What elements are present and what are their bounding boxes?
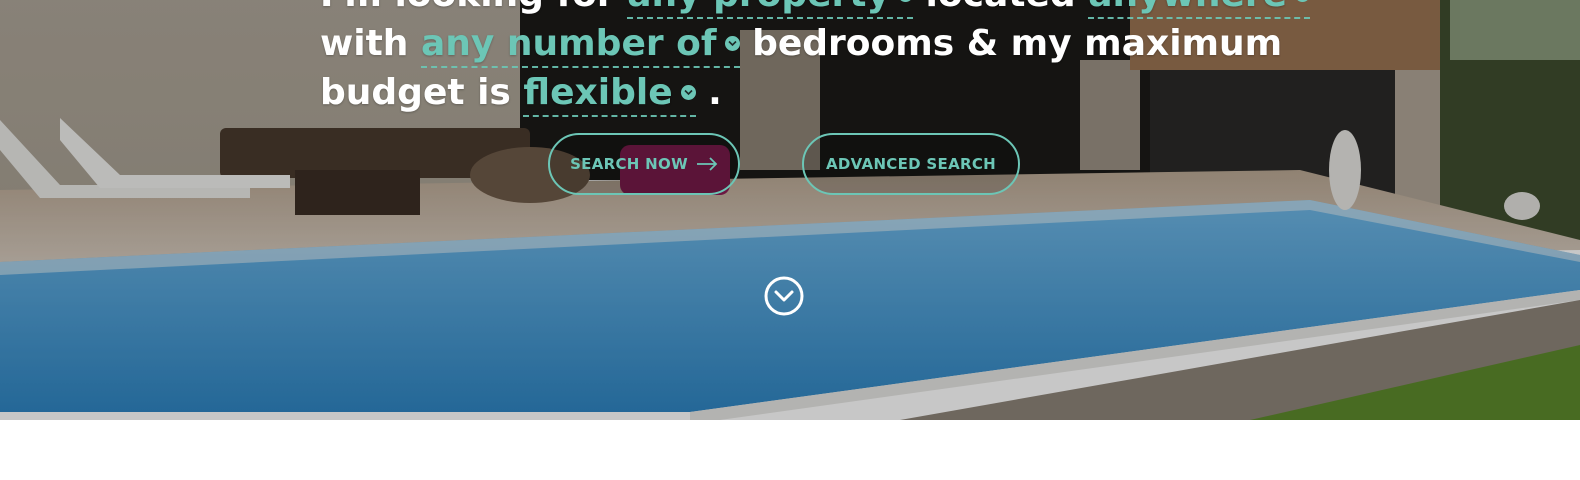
- budget-value: flexible: [523, 72, 673, 113]
- headline-text: with: [320, 23, 409, 64]
- advanced-search-button[interactable]: ADVANCED SEARCH: [802, 133, 1020, 195]
- headline-text: .: [708, 72, 722, 113]
- headline-text: budget is: [320, 72, 511, 113]
- advanced-search-label: ADVANCED SEARCH: [825, 155, 996, 173]
- location-value: anywhere: [1088, 0, 1287, 15]
- chevron-down-icon: [680, 84, 696, 100]
- bedrooms-select[interactable]: any number of: [420, 23, 740, 68]
- headline-line-3: budget is flexible .: [320, 68, 1320, 117]
- search-now-label: SEARCH NOW: [570, 155, 688, 173]
- chevron-down-icon: [897, 0, 913, 2]
- headline-text: I'm looking for: [320, 0, 615, 15]
- search-now-button[interactable]: SEARCH NOW: [548, 133, 740, 195]
- circle-chevron-down-icon[interactable]: [763, 275, 805, 317]
- property-type-select[interactable]: any property: [627, 0, 913, 19]
- bedrooms-value: any number of: [420, 23, 717, 64]
- hero-section: I'm looking for any property located any…: [0, 0, 1580, 420]
- search-sentence: I'm looking for any property located any…: [320, 0, 1320, 117]
- chevron-down-icon: [1295, 0, 1311, 2]
- headline-line-2: with any number of bedrooms & my maximum: [320, 19, 1320, 68]
- headline-line-1: I'm looking for any property located any…: [320, 0, 1320, 19]
- headline-text: located: [926, 0, 1076, 15]
- arrow-right-icon: [696, 157, 718, 171]
- property-type-value: any property: [627, 0, 890, 15]
- headline-text: bedrooms & my maximum: [752, 23, 1283, 64]
- budget-select[interactable]: flexible: [523, 72, 696, 117]
- location-select[interactable]: anywhere: [1088, 0, 1311, 19]
- chevron-down-icon: [724, 35, 740, 51]
